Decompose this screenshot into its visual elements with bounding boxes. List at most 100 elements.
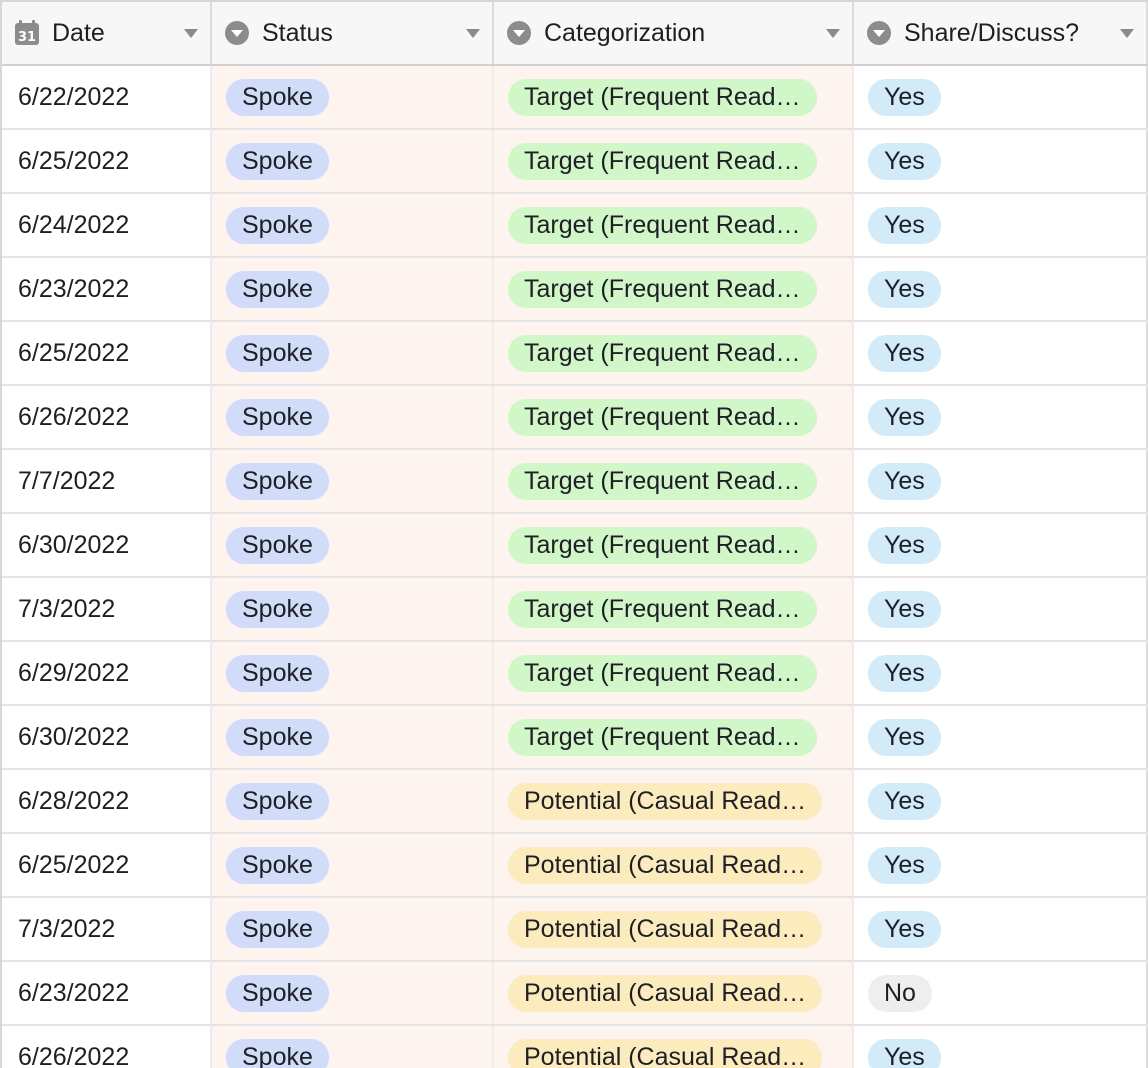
table-row[interactable]: 6/23/2022 Spoke Target (Frequent Read… Yes <box>2 258 1148 322</box>
table-row[interactable]: 6/25/2022 Spoke Target (Frequent Read… Yes <box>2 322 1148 386</box>
cell-status[interactable]: Spoke <box>212 770 494 832</box>
status-badge: Spoke <box>226 142 329 180</box>
cell-categorization[interactable]: Target (Frequent Read… <box>494 514 854 576</box>
cell-status[interactable]: Spoke <box>212 1026 494 1068</box>
share-badge: Yes <box>868 782 941 820</box>
table-row[interactable]: 6/30/2022 Spoke Target (Frequent Read… Yes <box>2 514 1148 578</box>
cell-status[interactable]: Spoke <box>212 322 494 384</box>
cell-categorization[interactable]: Target (Frequent Read… <box>494 642 854 704</box>
table-row[interactable]: 6/23/2022 Spoke Potential (Casual Read… No <box>2 962 1148 1026</box>
table-row[interactable]: 6/30/2022 Spoke Target (Frequent Read… Yes <box>2 706 1148 770</box>
cell-categorization[interactable]: Potential (Casual Read… <box>494 834 854 896</box>
cell-share[interactable]: Yes <box>854 898 1148 960</box>
share-badge: Yes <box>868 654 941 692</box>
chevron-down-icon[interactable] <box>1120 28 1134 38</box>
cell-status[interactable]: Spoke <box>212 194 494 256</box>
cell-categorization[interactable]: Potential (Casual Read… <box>494 898 854 960</box>
share-badge: Yes <box>868 78 941 116</box>
cell-share[interactable]: Yes <box>854 386 1148 448</box>
share-badge: Yes <box>868 270 941 308</box>
cell-status[interactable]: Spoke <box>212 514 494 576</box>
table-row[interactable]: 7/7/2022 Spoke Target (Frequent Read… Yes <box>2 450 1148 514</box>
date-value: 7/7/2022 <box>18 466 116 495</box>
cell-date[interactable]: 6/25/2022 <box>2 834 212 896</box>
cell-share[interactable]: Yes <box>854 834 1148 896</box>
cell-categorization[interactable]: Target (Frequent Read… <box>494 450 854 512</box>
cell-status[interactable]: Spoke <box>212 130 494 192</box>
chevron-down-icon[interactable] <box>466 28 480 38</box>
cell-date[interactable]: 6/29/2022 <box>2 642 212 704</box>
cell-categorization[interactable]: Target (Frequent Read… <box>494 322 854 384</box>
table-row[interactable]: 7/3/2022 Spoke Target (Frequent Read… Yes <box>2 578 1148 642</box>
cell-date[interactable]: 6/28/2022 <box>2 770 212 832</box>
cell-share[interactable]: Yes <box>854 130 1148 192</box>
cell-status[interactable]: Spoke <box>212 962 494 1024</box>
chevron-down-icon[interactable] <box>184 28 198 38</box>
column-header-share[interactable]: Share/Discuss? <box>854 2 1148 64</box>
column-header-status[interactable]: Status <box>212 2 494 64</box>
cell-status[interactable]: Spoke <box>212 258 494 320</box>
categorization-badge: Target (Frequent Read… <box>508 142 817 180</box>
cell-share[interactable]: Yes <box>854 642 1148 704</box>
cell-categorization[interactable]: Target (Frequent Read… <box>494 258 854 320</box>
cell-date[interactable]: 6/30/2022 <box>2 706 212 768</box>
table-row[interactable]: 7/3/2022 Spoke Potential (Casual Read… Yes <box>2 898 1148 962</box>
cell-status[interactable]: Spoke <box>212 642 494 704</box>
cell-categorization[interactable]: Target (Frequent Read… <box>494 66 854 128</box>
table-row[interactable]: 6/25/2022 Spoke Potential (Casual Read… Yes <box>2 834 1148 898</box>
cell-date[interactable]: 6/24/2022 <box>2 194 212 256</box>
cell-date[interactable]: 7/3/2022 <box>2 898 212 960</box>
cell-date[interactable]: 6/26/2022 <box>2 1026 212 1068</box>
cell-share[interactable]: Yes <box>854 66 1148 128</box>
column-header-categorization[interactable]: Categorization <box>494 2 854 64</box>
cell-share[interactable]: No <box>854 962 1148 1024</box>
cell-share[interactable]: Yes <box>854 578 1148 640</box>
cell-share[interactable]: Yes <box>854 258 1148 320</box>
cell-status[interactable]: Spoke <box>212 834 494 896</box>
share-badge: Yes <box>868 910 941 948</box>
table-row[interactable]: 6/26/2022 Spoke Target (Frequent Read… Yes <box>2 386 1148 450</box>
column-label-share: Share/Discuss? <box>904 18 1080 47</box>
cell-status[interactable]: Spoke <box>212 66 494 128</box>
table-row[interactable]: 6/24/2022 Spoke Target (Frequent Read… Yes <box>2 194 1148 258</box>
table-row[interactable]: 6/22/2022 Spoke Target (Frequent Read… Yes <box>2 66 1148 130</box>
cell-status[interactable]: Spoke <box>212 898 494 960</box>
cell-date[interactable]: 6/26/2022 <box>2 386 212 448</box>
cell-date[interactable]: 7/7/2022 <box>2 450 212 512</box>
cell-date[interactable]: 6/25/2022 <box>2 322 212 384</box>
share-badge: Yes <box>868 718 941 756</box>
cell-categorization[interactable]: Target (Frequent Read… <box>494 194 854 256</box>
cell-categorization[interactable]: Target (Frequent Read… <box>494 386 854 448</box>
cell-date[interactable]: 6/25/2022 <box>2 130 212 192</box>
cell-categorization[interactable]: Potential (Casual Read… <box>494 770 854 832</box>
cell-categorization[interactable]: Potential (Casual Read… <box>494 962 854 1024</box>
cell-date[interactable]: 6/23/2022 <box>2 962 212 1024</box>
cell-share[interactable]: Yes <box>854 1026 1148 1068</box>
share-badge: No <box>868 974 932 1012</box>
cell-categorization[interactable]: Target (Frequent Read… <box>494 130 854 192</box>
column-header-date[interactable]: 31 Date <box>2 2 212 64</box>
table-row[interactable]: 6/26/2022 Spoke Potential (Casual Read… Yes <box>2 1026 1148 1068</box>
cell-status[interactable]: Spoke <box>212 386 494 448</box>
cell-status[interactable]: Spoke <box>212 578 494 640</box>
cell-share[interactable]: Yes <box>854 706 1148 768</box>
cell-date[interactable]: 6/23/2022 <box>2 258 212 320</box>
cell-status[interactable]: Spoke <box>212 706 494 768</box>
cell-categorization[interactable]: Target (Frequent Read… <box>494 706 854 768</box>
cell-share[interactable]: Yes <box>854 450 1148 512</box>
cell-date[interactable]: 7/3/2022 <box>2 578 212 640</box>
cell-share[interactable]: Yes <box>854 770 1148 832</box>
table-row[interactable]: 6/25/2022 Spoke Target (Frequent Read… Yes <box>2 130 1148 194</box>
cell-date[interactable]: 6/22/2022 <box>2 66 212 128</box>
cell-categorization[interactable]: Potential (Casual Read… <box>494 1026 854 1068</box>
cell-date[interactable]: 6/30/2022 <box>2 514 212 576</box>
table-row[interactable]: 6/29/2022 Spoke Target (Frequent Read… Yes <box>2 642 1148 706</box>
status-badge: Spoke <box>226 270 329 308</box>
table-row[interactable]: 6/28/2022 Spoke Potential (Casual Read… Yes <box>2 770 1148 834</box>
cell-share[interactable]: Yes <box>854 514 1148 576</box>
chevron-down-icon[interactable] <box>826 28 840 38</box>
cell-share[interactable]: Yes <box>854 194 1148 256</box>
cell-categorization[interactable]: Target (Frequent Read… <box>494 578 854 640</box>
cell-status[interactable]: Spoke <box>212 450 494 512</box>
cell-share[interactable]: Yes <box>854 322 1148 384</box>
